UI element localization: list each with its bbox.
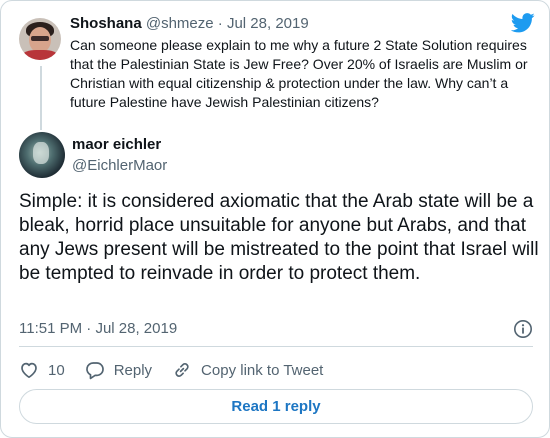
link-icon	[175, 363, 189, 377]
meta-separator: ·	[86, 320, 92, 337]
parent-tweet-text: Can someone please explain to me why a f…	[70, 37, 528, 110]
divider	[19, 346, 533, 347]
main-tweet-text: Simple: it is considered axiomatic that …	[19, 191, 539, 284]
main-author-avatar[interactable]	[19, 132, 65, 178]
tweet-date[interactable]: Jul 28, 2019	[95, 320, 177, 337]
parent-separator: ·	[217, 15, 223, 32]
main-author-block[interactable]: maor eichler @EichlerMaor	[72, 135, 167, 176]
copy-link-button[interactable]: Copy link to Tweet	[172, 360, 323, 380]
action-bar: 10 Reply Copy link to Tweet	[19, 360, 343, 380]
tweet-meta-row: 11:51 PM · Jul 28, 2019	[19, 319, 533, 339]
twitter-bird-icon[interactable]	[511, 13, 535, 33]
heart-icon	[21, 362, 37, 379]
read-replies-button[interactable]: Read 1 reply	[19, 389, 533, 424]
reply-button[interactable]: Reply	[85, 360, 152, 380]
tweet-time[interactable]: 11:51 PM	[19, 320, 82, 337]
thread-connector-line	[40, 66, 42, 130]
main-handle[interactable]: @EichlerMaor	[72, 156, 167, 176]
main-display-name[interactable]: maor eichler	[72, 135, 167, 155]
copy-link-label: Copy link to Tweet	[201, 361, 324, 379]
parent-tweet-header: Shoshana @shmeze · Jul 28, 2019	[70, 14, 540, 34]
reply-label: Reply	[113, 361, 153, 379]
info-icon[interactable]	[513, 319, 533, 339]
tweet-embed-card: Shoshana @shmeze · Jul 28, 2019 Can some…	[0, 0, 550, 438]
parent-handle[interactable]: @shmeze	[146, 15, 214, 32]
parent-date[interactable]: Jul 28, 2019	[227, 15, 309, 32]
parent-avatar[interactable]	[19, 18, 61, 60]
parent-display-name[interactable]: Shoshana	[70, 15, 142, 32]
like-button[interactable]: 10	[19, 360, 65, 380]
reply-bubble-icon	[85, 362, 104, 380]
like-count: 10	[48, 361, 65, 379]
